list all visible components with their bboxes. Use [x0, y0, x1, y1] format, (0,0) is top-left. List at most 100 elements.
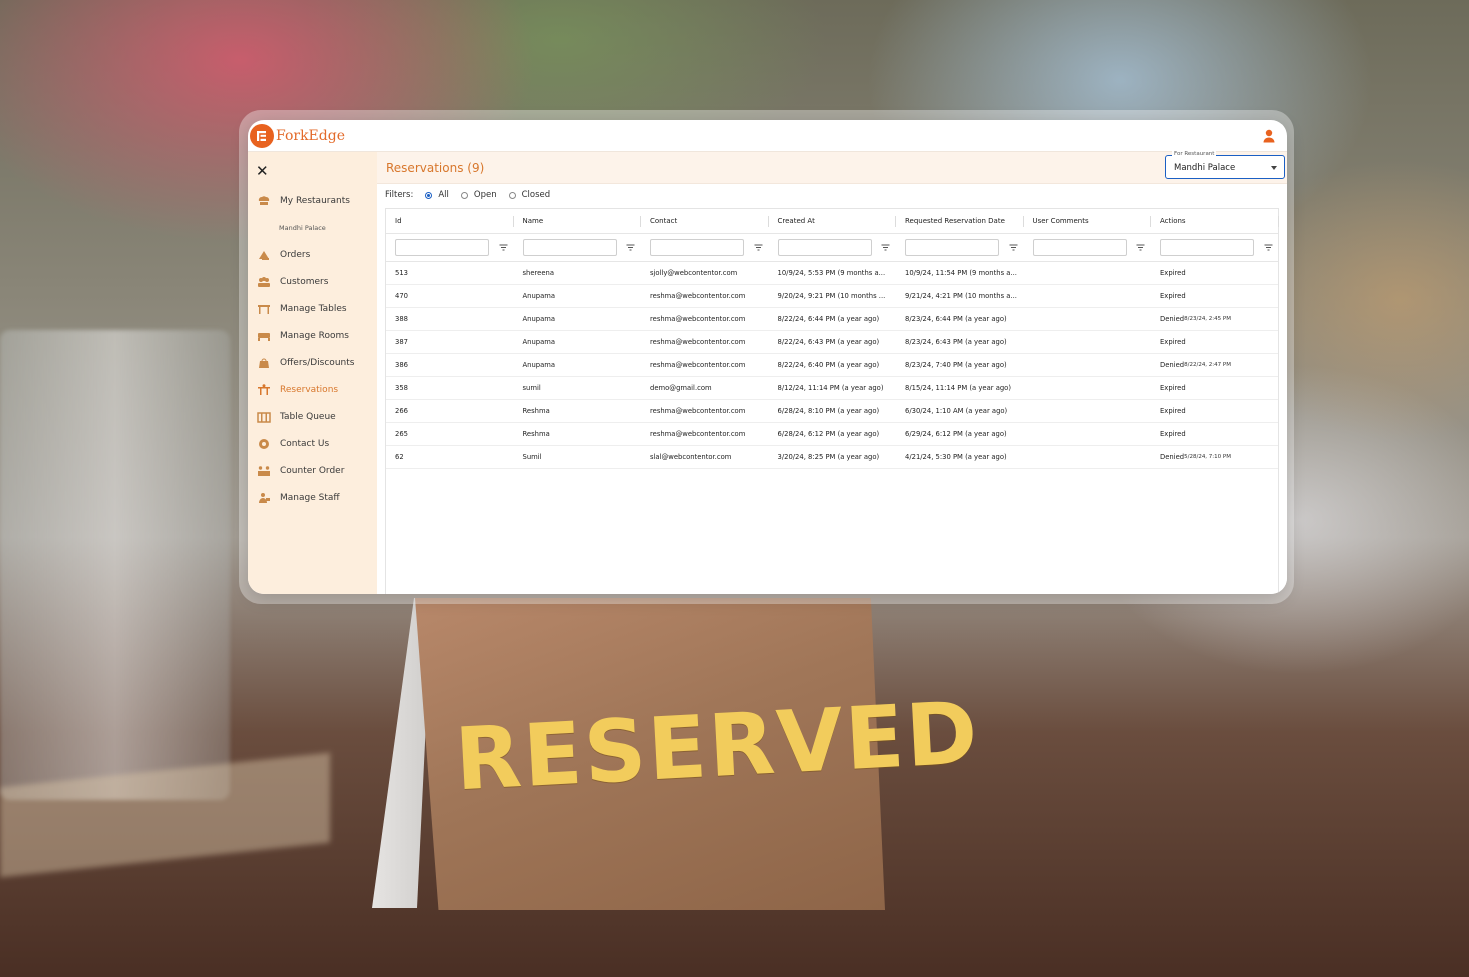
- column-header-actions[interactable]: Actions: [1151, 209, 1279, 233]
- brand-name: ForkEdge: [276, 127, 345, 144]
- table-row[interactable]: 266 Reshma reshma@webcontentor.com 6/28/24,…: [386, 400, 1278, 423]
- sidebar-item-table-queue[interactable]: Table Queue: [248, 403, 377, 430]
- sidebar-item-label: Table Queue: [280, 411, 336, 422]
- cell-name: Anupama: [514, 308, 642, 330]
- column-header-user-comments[interactable]: User Comments: [1024, 209, 1152, 233]
- sidebar-item-reservations[interactable]: Reservations: [248, 376, 377, 403]
- column-header-requested-reservation-date[interactable]: Requested Reservation Date: [896, 209, 1024, 233]
- column-filter-cell: [896, 234, 1024, 261]
- cell-created-text: 8/22/24, 6:43 PM (a year ago): [777, 338, 880, 346]
- column-filter-cell: [1151, 234, 1279, 261]
- filter-icon[interactable]: [881, 243, 890, 252]
- table-row[interactable]: 513 shereena sjolly@webcontentor.com 10/9/2…: [386, 262, 1278, 285]
- sidebar-item-my-restaurants[interactable]: My Restaurants: [248, 187, 377, 214]
- reservation-icon: [256, 383, 272, 397]
- table-row[interactable]: 62 Sumil slal@webcontentor.com 3/20/24, 8:2…: [386, 446, 1278, 469]
- cell-action: Denied 8/23/24, 2:45 PM: [1151, 308, 1279, 330]
- column-filter-input[interactable]: [395, 239, 489, 256]
- column-filter-input[interactable]: [650, 239, 744, 256]
- filter-icon[interactable]: [754, 243, 763, 252]
- cell-created: 8/22/24, 6:43 PM (a year ago): [769, 331, 897, 353]
- cell-requested-text: 6/30/24, 1:10 AM (a year ago): [905, 407, 1008, 415]
- column-header-contact[interactable]: Contact: [641, 209, 769, 233]
- sidebar-item-contact-us[interactable]: Contact Us: [248, 430, 377, 457]
- cell-contact: reshma@webcontentor.com: [641, 400, 769, 422]
- restaurant-select-label: For Restaurant: [1172, 151, 1217, 157]
- column-filter-input[interactable]: [522, 239, 617, 256]
- cell-name-text: Sumil: [522, 453, 542, 461]
- forkedge-logo-icon: [250, 123, 274, 148]
- sidebar-item-manage-staff[interactable]: Manage Staff: [248, 484, 377, 511]
- sidebar-item-counter-order[interactable]: Counter Order: [248, 457, 377, 484]
- table-row[interactable]: 388 Anupama reshma@webcontentor.com 8/22/24…: [386, 308, 1278, 331]
- filter-icon[interactable]: [499, 243, 508, 252]
- cell-contact: reshma@webcontentor.com: [641, 308, 769, 330]
- action-timestamp: 8/22/24, 2:47 PM: [1184, 362, 1231, 368]
- cell-requested: 10/9/24, 11:54 PM (9 months a...: [896, 262, 1024, 284]
- reserved-sign-text: RESERVED: [452, 683, 982, 811]
- cell-id-text: 470: [395, 292, 408, 300]
- cell-id: 386: [386, 354, 514, 376]
- filter-open-radio[interactable]: Open: [460, 190, 497, 200]
- table-row[interactable]: 470 Anupama reshma@webcontentor.com 9/20/24…: [386, 285, 1278, 308]
- cell-id-text: 387: [395, 338, 408, 346]
- cell-created-text: 8/22/24, 6:40 PM (a year ago): [777, 361, 880, 369]
- action-timestamp: 8/23/24, 2:45 PM: [1184, 316, 1231, 322]
- cell-requested: 8/23/24, 6:44 PM (a year ago): [896, 308, 1024, 330]
- cell-name-text: Anupama: [522, 315, 556, 323]
- cell-created-text: 6/28/24, 8:10 PM (a year ago): [777, 407, 880, 415]
- table-icon: [256, 302, 272, 316]
- column-header-id[interactable]: Id: [386, 209, 514, 233]
- restaurant-select-value: Mandhi Palace: [1174, 163, 1236, 173]
- filter-all-radio[interactable]: All: [425, 190, 449, 200]
- sidebar-subitem-restaurant[interactable]: Mandhi Palace: [248, 214, 377, 241]
- cell-requested: 9/21/24, 4:21 PM (10 months a...: [896, 285, 1024, 307]
- cell-requested-text: 10/9/24, 11:54 PM (9 months a...: [905, 269, 1017, 277]
- user-account-icon[interactable]: [1261, 128, 1277, 144]
- filter-closed-radio[interactable]: Closed: [508, 190, 550, 200]
- cell-comments: [1024, 285, 1152, 307]
- sidebar-item-label: Contact Us: [280, 438, 330, 449]
- offer-bag-icon: [256, 356, 272, 370]
- cell-action-text: Denied: [1160, 453, 1185, 461]
- column-filter-input[interactable]: [905, 239, 999, 256]
- cell-action: Expired: [1151, 262, 1279, 284]
- sidebar-item-manage-rooms[interactable]: Manage Rooms: [248, 322, 377, 349]
- table-header-row: Id Name Contact Created At Requested Reserva…: [386, 209, 1279, 234]
- column-filter-input[interactable]: [777, 239, 872, 256]
- brand-logo[interactable]: ForkEdge: [250, 123, 345, 148]
- column-header-name[interactable]: Name: [514, 209, 642, 233]
- sidebar-item-manage-tables[interactable]: Manage Tables: [248, 295, 377, 322]
- table-row[interactable]: 265 Reshma reshma@webcontentor.com 6/28/24,…: [386, 423, 1278, 446]
- table-row[interactable]: 358 sumil demo@gmail.com 8/12/24, 11:14 PM …: [386, 377, 1278, 400]
- cell-name: Reshma: [514, 400, 642, 422]
- table-row[interactable]: 387 Anupama reshma@webcontentor.com 8/22/24…: [386, 331, 1278, 354]
- filter-icon[interactable]: [1264, 243, 1273, 252]
- restaurant-select[interactable]: For Restaurant Mandhi Palace: [1165, 151, 1285, 179]
- bed-icon: [256, 329, 272, 343]
- cell-name: sumil: [514, 377, 642, 399]
- column-header-created-at[interactable]: Created At: [769, 209, 897, 233]
- filter-icon[interactable]: [1009, 243, 1018, 252]
- cell-action-text: Expired: [1160, 292, 1186, 300]
- cell-name: shereena: [514, 262, 642, 284]
- column-filter-cell: [514, 234, 642, 261]
- close-sidebar-icon[interactable]: ✕: [256, 162, 269, 180]
- main-content: Reservations (9) For Restaurant Mandhi P…: [377, 151, 1287, 594]
- cell-requested-text: 8/23/24, 6:43 PM (a year ago): [905, 338, 1007, 346]
- filter-icon[interactable]: [626, 243, 635, 252]
- filter-icon[interactable]: [1136, 243, 1145, 252]
- caret-down-icon: [1271, 166, 1277, 170]
- table-row[interactable]: 386 Anupama reshma@webcontentor.com 8/22/24…: [386, 354, 1278, 377]
- cell-name-text: shereena: [522, 269, 555, 277]
- column-filter-input[interactable]: [1032, 239, 1127, 256]
- sidebar-item-offers-discounts[interactable]: Offers/Discounts: [248, 349, 377, 376]
- sidebar-item-customers[interactable]: Customers: [248, 268, 377, 295]
- sidebar-item-orders[interactable]: Orders: [248, 241, 377, 268]
- cell-id: 358: [386, 377, 514, 399]
- cell-id: 265: [386, 423, 514, 445]
- cell-id: 387: [386, 331, 514, 353]
- column-filter-input[interactable]: [1160, 239, 1254, 256]
- cell-action-text: Expired: [1160, 338, 1186, 346]
- cell-contact: sjolly@webcontentor.com: [641, 262, 769, 284]
